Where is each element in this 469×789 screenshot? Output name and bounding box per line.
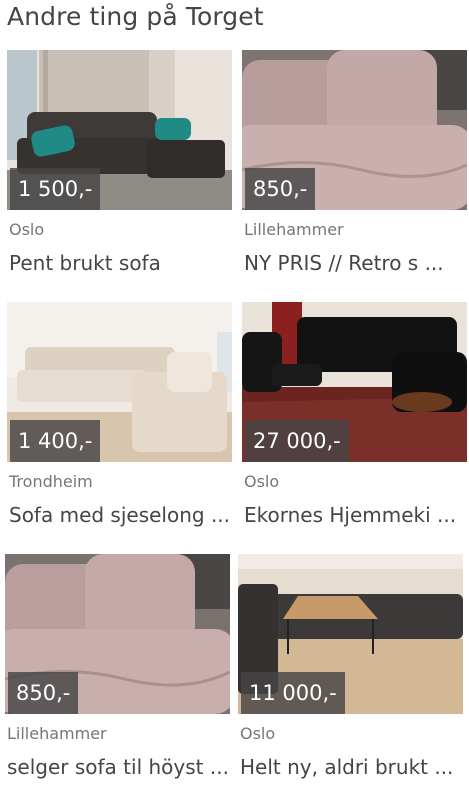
listing-location: Oslo <box>240 724 276 743</box>
listing-title[interactable]: NY PRIS // Retro s ... <box>244 251 467 275</box>
listing-price: 850,- <box>245 168 316 210</box>
listing-image[interactable]: 11 000,- <box>238 554 463 714</box>
listing-location: Trondheim <box>9 472 93 491</box>
listing-card[interactable]: 1 500,- Oslo Pent brukt sofa <box>7 50 232 275</box>
listing-card[interactable]: 850,- Lillehammer selger sofa til höyst … <box>5 554 230 779</box>
section-heading: Andre ting på Torget <box>7 2 264 31</box>
listing-image[interactable]: 850,- <box>242 50 467 210</box>
listing-title[interactable]: Ekornes Hjemmeki ... <box>244 503 467 527</box>
listing-title[interactable]: Sofa med sjeselong ... <box>9 503 232 527</box>
listing-title[interactable]: Pent brukt sofa <box>9 251 232 275</box>
listing-location: Lillehammer <box>244 220 344 239</box>
listing-price: 1 400,- <box>10 420 101 462</box>
listing-card[interactable]: 27 000,- Oslo Ekornes Hjemmeki ... <box>242 302 467 527</box>
listing-price: 1 500,- <box>10 168 101 210</box>
listing-image[interactable]: 850,- <box>5 554 230 714</box>
listing-card[interactable]: 1 400,- Trondheim Sofa med sjeselong ... <box>7 302 232 527</box>
listing-price: 27 000,- <box>245 420 349 462</box>
listing-location: Oslo <box>9 220 45 239</box>
listing-card[interactable]: 850,- Lillehammer NY PRIS // Retro s ... <box>242 50 467 275</box>
listing-location: Lillehammer <box>7 724 107 743</box>
listing-card[interactable]: 11 000,- Oslo Helt ny, aldri brukt ... <box>238 554 463 779</box>
listing-price: 850,- <box>8 672 79 714</box>
listing-image[interactable]: 27 000,- <box>242 302 467 462</box>
listing-image[interactable]: 1 500,- <box>7 50 232 210</box>
listing-price: 11 000,- <box>241 672 345 714</box>
listing-title[interactable]: selger sofa til höyst ... <box>7 755 230 779</box>
listing-location: Oslo <box>244 472 280 491</box>
listing-image[interactable]: 1 400,- <box>7 302 232 462</box>
listing-title[interactable]: Helt ny, aldri brukt ... <box>240 755 463 779</box>
